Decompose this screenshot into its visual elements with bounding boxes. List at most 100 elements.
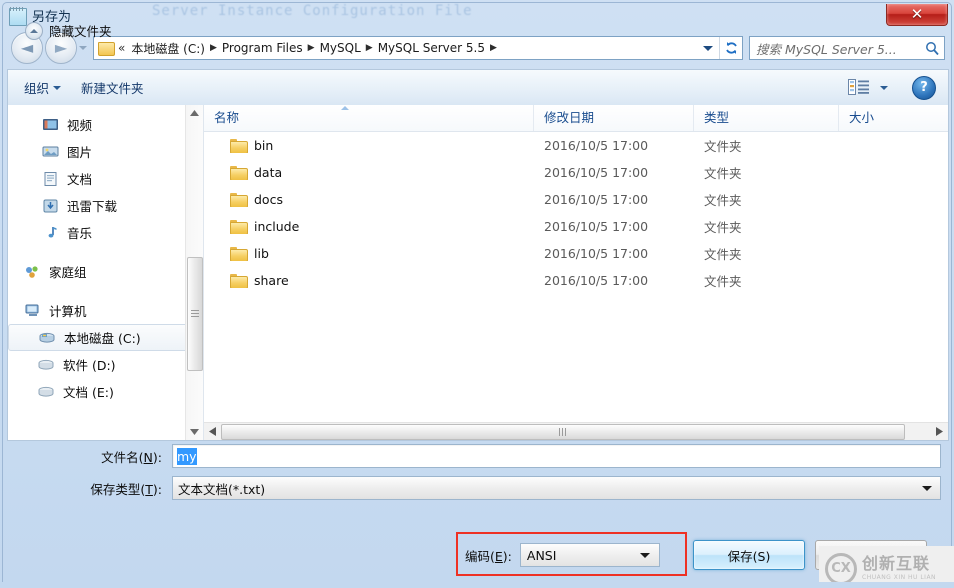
- column-header-date[interactable]: 修改日期: [534, 105, 694, 131]
- triangle-down-icon: [190, 429, 199, 435]
- folder-icon: [230, 247, 248, 261]
- file-list-horizontal-scrollbar[interactable]: [204, 422, 948, 440]
- column-label: 大小: [849, 110, 875, 125]
- filename-label-post: ):: [152, 449, 162, 465]
- sidebar-item-label: 文档 (E:): [63, 385, 114, 400]
- column-header-type[interactable]: 类型: [694, 105, 839, 131]
- system-drive-icon: [39, 330, 57, 346]
- notepad-icon: [9, 6, 27, 26]
- sidebar-item-local-disk-c[interactable]: 本地磁盘 (C:): [8, 324, 193, 351]
- close-icon: ✕: [910, 5, 924, 23]
- close-button[interactable]: ✕: [886, 4, 948, 26]
- table-row[interactable]: include 2016/10/5 17:00 文件夹: [204, 213, 948, 240]
- table-row[interactable]: docs 2016/10/5 17:00 文件夹: [204, 186, 948, 213]
- save-button[interactable]: 保存(S): [693, 540, 805, 570]
- scrollbar-grip-icon: [558, 428, 567, 436]
- table-row[interactable]: bin 2016/10/5 17:00 文件夹: [204, 132, 948, 159]
- cell-type: 文件夹: [704, 193, 742, 208]
- sidebar-item-drive-e[interactable]: 文档 (E:): [8, 378, 203, 405]
- forward-icon: ►: [54, 38, 68, 57]
- breadcrumb-item-drive[interactable]: 本地磁盘 (C:): [128, 38, 208, 59]
- sidebar-item-homegroup[interactable]: 家庭组: [8, 258, 203, 285]
- sidebar-item-music[interactable]: 音乐: [8, 219, 203, 246]
- folder-icon: [230, 274, 248, 288]
- desktop-strip: [0, 582, 954, 588]
- triangle-left-icon: [209, 427, 216, 436]
- organize-button[interactable]: 组织: [14, 75, 71, 101]
- sidebar-item-downloads[interactable]: 迅雷下载: [8, 192, 203, 219]
- save-form: 文件名(N): my 保存类型(T): 文本文档(*.txt): [7, 443, 949, 511]
- scrollbar-thumb[interactable]: [221, 424, 905, 440]
- sidebar-item-pictures[interactable]: 图片: [8, 138, 203, 165]
- filetype-select[interactable]: 文本文档(*.txt): [172, 476, 941, 500]
- table-row[interactable]: lib 2016/10/5 17:00 文件夹: [204, 240, 948, 267]
- scroll-up-button[interactable]: [186, 105, 203, 122]
- documents-icon: [42, 171, 60, 187]
- new-folder-button[interactable]: 新建文件夹: [71, 75, 158, 101]
- column-header-name[interactable]: 名称: [204, 105, 534, 131]
- dialog-titlebar: 另存为: [3, 3, 953, 27]
- cancel-button[interactable]: [815, 540, 927, 570]
- filename-label: 文件名(N):: [7, 447, 172, 466]
- scrollbar-track[interactable]: [221, 423, 931, 440]
- breadcrumb-separator-icon[interactable]: ▶: [488, 43, 499, 53]
- triangle-right-icon: [936, 427, 943, 436]
- scrollbar-thumb[interactable]: [187, 257, 203, 371]
- chevron-down-icon: [880, 85, 888, 90]
- filetype-label-post: ):: [152, 481, 162, 497]
- navigation-tree: 视频 图片 文档 迅雷下载 音乐 家庭组 计算机 本地磁盘 (C:) 软件 (D…: [8, 105, 203, 405]
- table-row[interactable]: share 2016/10/5 17:00 文件夹: [204, 267, 948, 294]
- filename-input[interactable]: my: [172, 444, 941, 468]
- refresh-button[interactable]: [719, 37, 742, 59]
- table-row[interactable]: data 2016/10/5 17:00 文件夹: [204, 159, 948, 186]
- annotation-highlight-box: [456, 532, 687, 576]
- column-label: 修改日期: [544, 110, 595, 125]
- column-header-size[interactable]: 大小: [839, 105, 939, 131]
- toolbar: 组织 新建文件夹 ?: [7, 69, 949, 105]
- view-options-icon: [848, 78, 870, 97]
- sidebar-item-label: 视频: [67, 118, 93, 133]
- help-button[interactable]: ?: [912, 75, 936, 100]
- cell-name: docs: [204, 192, 534, 207]
- file-list-pane: 名称 修改日期 类型 大小 bin 2016/10/5 17:00 文件夹 da…: [204, 105, 948, 440]
- drive-icon: [38, 357, 56, 373]
- scroll-down-button[interactable]: [186, 423, 203, 440]
- cell-name: lib: [204, 246, 534, 261]
- hide-folders-label: 隐藏文件夹: [49, 24, 112, 39]
- new-folder-label: 新建文件夹: [81, 81, 144, 96]
- navigation-pane: 视频 图片 文档 迅雷下载 音乐 家庭组 计算机 本地磁盘 (C:) 软件 (D…: [8, 105, 204, 440]
- breadcrumb-item-program-files[interactable]: Program Files: [219, 39, 306, 57]
- sidebar-item-documents[interactable]: 文档: [8, 165, 203, 192]
- address-bar[interactable]: « 本地磁盘 (C:) ▶ Program Files ▶ MySQL ▶ My…: [93, 36, 743, 60]
- folder-icon: [230, 193, 248, 207]
- sidebar-scrollbar[interactable]: [185, 105, 203, 440]
- hide-folders-button[interactable]: 隐藏文件夹: [25, 21, 112, 40]
- cell-date: 2016/10/5 17:00: [544, 138, 649, 153]
- cell-name: bin: [204, 138, 534, 153]
- sidebar-item-computer[interactable]: 计算机: [8, 297, 203, 324]
- cell-name: include: [204, 219, 534, 234]
- file-name: bin: [254, 138, 274, 153]
- change-view-button[interactable]: [838, 75, 898, 101]
- address-dropdown-button[interactable]: [697, 37, 719, 59]
- sidebar-item-label: 迅雷下载: [67, 199, 118, 214]
- file-name: include: [254, 219, 300, 234]
- sidebar-item-videos[interactable]: 视频: [8, 111, 203, 138]
- breadcrumb-item-mysql[interactable]: MySQL: [317, 39, 364, 57]
- search-input[interactable]: 搜索 MySQL Server 5...: [750, 39, 925, 58]
- folder-icon: [230, 166, 248, 180]
- refresh-icon: [725, 42, 737, 54]
- cell-type: 文件夹: [704, 139, 742, 154]
- scroll-right-button[interactable]: [931, 423, 948, 440]
- sidebar-item-drive-d[interactable]: 软件 (D:): [8, 351, 203, 378]
- breadcrumb: « 本地磁盘 (C:) ▶ Program Files ▶ MySQL ▶ My…: [117, 38, 697, 59]
- search-box[interactable]: 搜索 MySQL Server 5...: [749, 36, 945, 60]
- column-label: 名称: [214, 110, 240, 125]
- sidebar-item-label: 本地磁盘 (C:): [64, 331, 141, 346]
- chevron-down-icon: [703, 45, 713, 51]
- filename-label-key: N: [143, 449, 153, 465]
- computer-icon: [24, 303, 42, 319]
- scroll-left-button[interactable]: [204, 423, 221, 440]
- breadcrumb-overflow[interactable]: «: [117, 39, 128, 57]
- breadcrumb-item-mysql-server[interactable]: MySQL Server 5.5: [375, 39, 488, 57]
